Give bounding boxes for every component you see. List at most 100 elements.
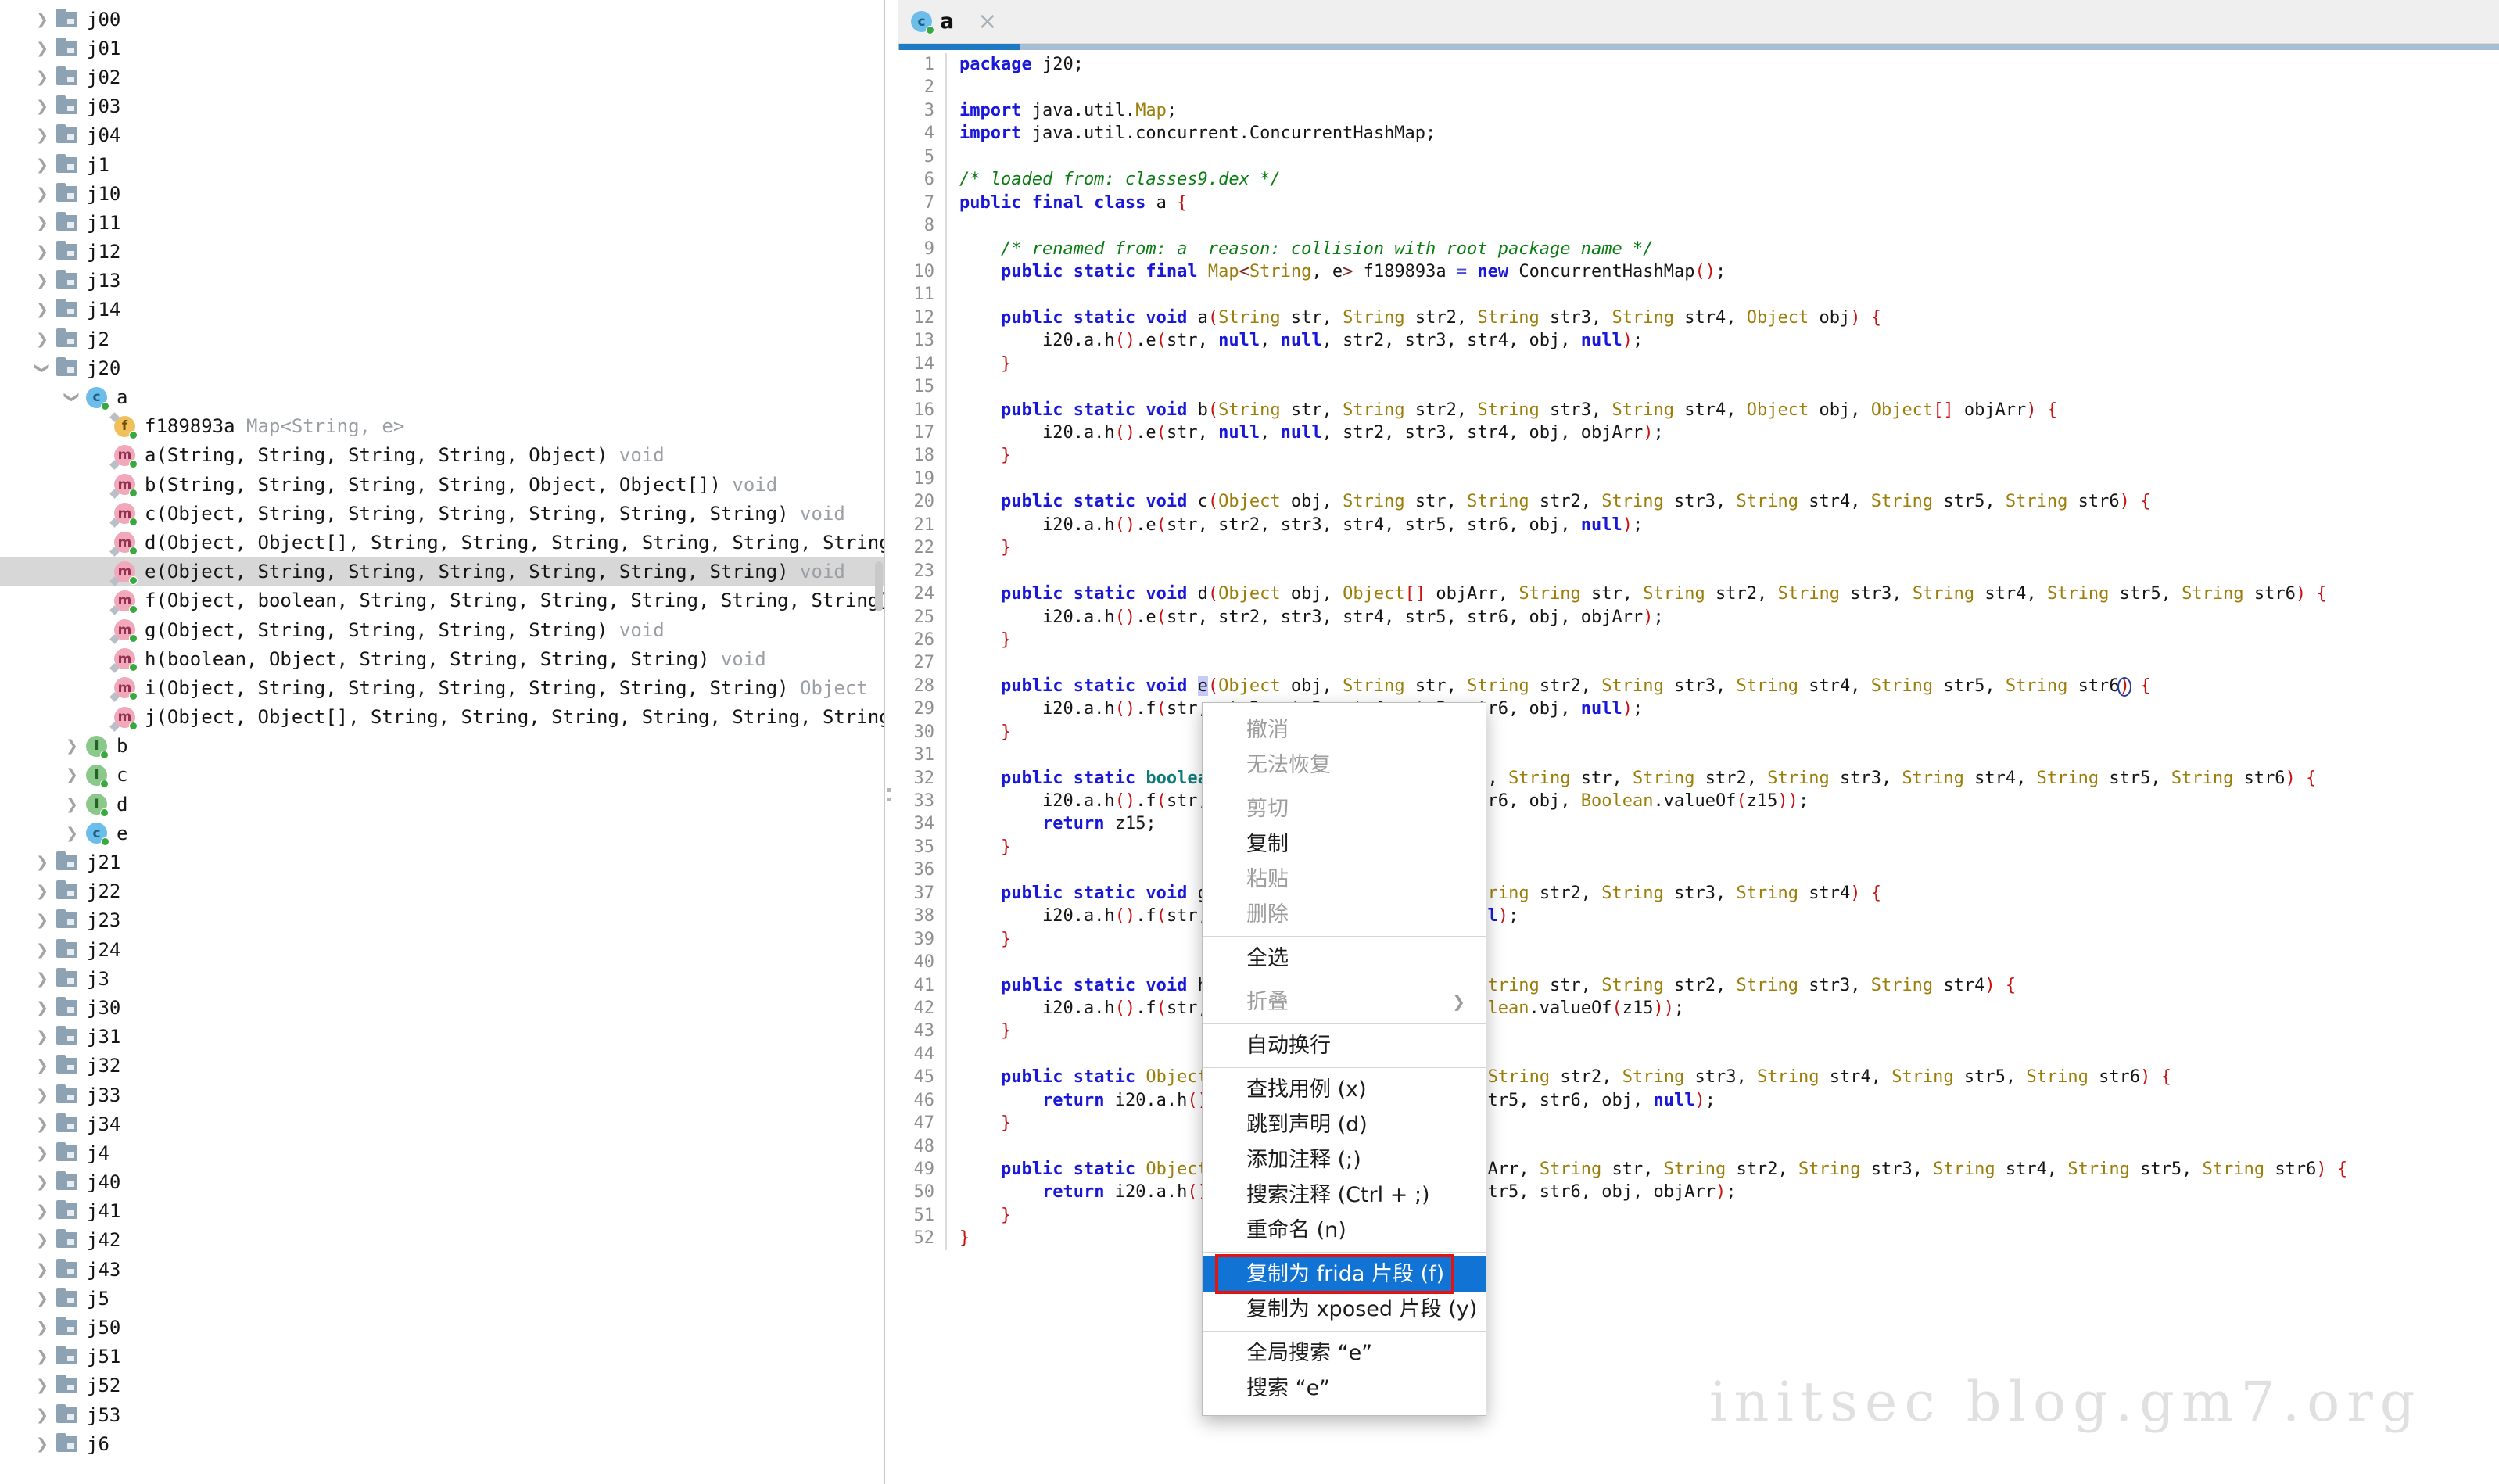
- menu-item-查找用例-x[interactable]: 查找用例 (x): [1203, 1072, 1486, 1107]
- tree-item-j04[interactable]: ❯j04: [0, 121, 884, 150]
- tree-item-j52[interactable]: ❯j52: [0, 1371, 884, 1400]
- code-line-content[interactable]: /* renamed from: a reason: collision wit…: [947, 238, 1653, 260]
- tree-item-b[interactable]: ❯Ib: [0, 732, 884, 761]
- chevron-right-icon[interactable]: ❯: [28, 11, 56, 28]
- tree-item-j50[interactable]: ❯j50: [0, 1313, 884, 1342]
- tree-item-j13[interactable]: ❯j13: [0, 267, 884, 296]
- tree-item-j51[interactable]: ❯j51: [0, 1342, 884, 1371]
- package-tree-panel[interactable]: ❯j00❯j01❯j02❯j03❯j04❯j1❯j10❯j11❯j12❯j13❯…: [0, 0, 885, 1484]
- code-line-content[interactable]: [947, 651, 959, 674]
- tree-item-j3[interactable]: ❯j3: [0, 964, 884, 993]
- chevron-right-icon[interactable]: ❯: [28, 1057, 56, 1074]
- tree-item-a-string-string-string-string-object[interactable]: ma(String, String, String, String, Objec…: [0, 441, 884, 470]
- tree-item-j01[interactable]: ❯j01: [0, 34, 884, 63]
- chevron-right-icon[interactable]: ❯: [28, 1203, 56, 1220]
- tree-item-j10[interactable]: ❯j10: [0, 179, 884, 208]
- code-line-content[interactable]: [947, 145, 959, 168]
- code-line-content[interactable]: return z15;: [947, 812, 1156, 835]
- chevron-right-icon[interactable]: ❯: [28, 40, 56, 57]
- tree-item-c[interactable]: ❯Ic: [0, 761, 884, 790]
- code-line-content[interactable]: import java.util.Map;: [947, 99, 1177, 122]
- code-line-content[interactable]: [947, 1043, 959, 1066]
- tree-item-e-object-string-string-string-string-string-string[interactable]: me(Object, String, String, String, Strin…: [0, 557, 884, 586]
- menu-item-添加注释[interactable]: 添加注释 (;): [1203, 1142, 1486, 1178]
- code-line-content[interactable]: }: [947, 1204, 1011, 1227]
- chevron-right-icon[interactable]: ❯: [28, 301, 56, 318]
- code-line-content[interactable]: }: [947, 353, 1011, 375]
- tree-item-j5[interactable]: ❯j5: [0, 1284, 884, 1313]
- tree-item-e[interactable]: ❯ce: [0, 819, 884, 848]
- code-line-content[interactable]: public static void a(String str, String …: [947, 306, 1881, 329]
- code-line-content[interactable]: [947, 375, 959, 398]
- chevron-right-icon[interactable]: ❯: [28, 1377, 56, 1394]
- tree-item-j43[interactable]: ❯j43: [0, 1255, 884, 1284]
- tree-item-j4[interactable]: ❯j4: [0, 1138, 884, 1167]
- code-line-content[interactable]: }: [947, 536, 1011, 559]
- menu-item-折叠[interactable]: 折叠❯: [1203, 984, 1486, 1020]
- tree-item-f-object-boolean-string-string-string-string-string-string[interactable]: mf(Object, boolean, String, String, Stri…: [0, 586, 884, 615]
- chevron-right-icon[interactable]: ❯: [28, 272, 56, 289]
- code-line-content[interactable]: i20.a.h().e(str, str2, str3, str4, str5,…: [947, 514, 1643, 536]
- code-line-content[interactable]: [947, 76, 959, 99]
- menu-item-全局搜索-e[interactable]: 全局搜索 “e”: [1203, 1335, 1486, 1371]
- code-line-content[interactable]: import java.util.concurrent.ConcurrentHa…: [947, 122, 1436, 145]
- menu-item-自动换行[interactable]: 自动换行: [1203, 1028, 1486, 1063]
- tree-item-j-object-object-string-string-string-string-string-string[interactable]: mj(Object, Object[], String, String, Str…: [0, 703, 884, 732]
- code-line-content[interactable]: [947, 214, 959, 237]
- code-line-content[interactable]: }: [947, 928, 1011, 951]
- panel-splitter[interactable]: [886, 0, 898, 1484]
- code-line-content[interactable]: i20.a.h().e(str, str2, str3, str4, str5,…: [947, 606, 1664, 629]
- chevron-down-icon[interactable]: ❯: [63, 383, 81, 411]
- code-line-content[interactable]: public static void c(Object obj, String …: [947, 490, 2150, 513]
- tree-item-j20[interactable]: ❯j20: [0, 353, 884, 382]
- tree-item-d-object-object-string-string-string-string-string-string[interactable]: md(Object, Object[], String, String, Str…: [0, 528, 884, 557]
- tree-item-j2[interactable]: ❯j2: [0, 324, 884, 353]
- code-line-content[interactable]: }: [947, 1020, 1011, 1042]
- tree-item-j40[interactable]: ❯j40: [0, 1168, 884, 1197]
- code-line-content[interactable]: public static void b(String str, String …: [947, 399, 2057, 421]
- code-line-content[interactable]: public static Object i(Object obj, Strin…: [947, 1066, 2171, 1088]
- code-editor-pane[interactable]: c a × 1package j20;23import java.util.Ma…: [898, 0, 2499, 1484]
- chevron-right-icon[interactable]: ❯: [28, 999, 56, 1016]
- chevron-right-icon[interactable]: ❯: [28, 1407, 56, 1424]
- tree-item-j23[interactable]: ❯j23: [0, 906, 884, 935]
- menu-item-复制为-xposed-片段-y[interactable]: 复制为 xposed 片段 (y): [1203, 1292, 1486, 1327]
- chevron-right-icon[interactable]: ❯: [28, 1028, 56, 1045]
- chevron-right-icon[interactable]: ❯: [28, 970, 56, 988]
- chevron-right-icon[interactable]: ❯: [58, 825, 86, 842]
- code-area[interactable]: 1package j20;23import java.util.Map;4imp…: [898, 50, 2499, 1250]
- code-line-content[interactable]: }: [947, 629, 1011, 651]
- code-line-content[interactable]: /* loaded from: classes9.dex */: [947, 168, 1281, 191]
- code-line-content[interactable]: i20.a.h().e(str, null, null, str2, str3,…: [947, 329, 1643, 352]
- tree-item-j03[interactable]: ❯j03: [0, 92, 884, 121]
- menu-item-撤消[interactable]: 撤消: [1203, 712, 1486, 747]
- chevron-right-icon[interactable]: ❯: [28, 1116, 56, 1133]
- chevron-right-icon[interactable]: ❯: [28, 1231, 56, 1249]
- tree-item-b-string-string-string-string-object-object[interactable]: mb(String, String, String, String, Objec…: [0, 470, 884, 499]
- code-line-content[interactable]: public static void d(Object obj, Object[…: [947, 582, 2327, 605]
- code-line-content[interactable]: i20.a.h().e(str, null, null, str2, str3,…: [947, 421, 1664, 444]
- code-line-content[interactable]: public static final Map<String, e> f1898…: [947, 260, 1726, 283]
- tree-item-i-object-string-string-string-string-string-string[interactable]: mi(Object, String, String, String, Strin…: [0, 673, 884, 702]
- tree-item-j00[interactable]: ❯j00: [0, 5, 884, 34]
- chevron-right-icon[interactable]: ❯: [28, 1174, 56, 1191]
- close-icon[interactable]: ×: [977, 11, 997, 33]
- menu-item-全选[interactable]: 全选: [1203, 941, 1486, 976]
- code-line-content[interactable]: package j20;: [947, 53, 1084, 76]
- code-line-content[interactable]: }: [947, 721, 1011, 744]
- tree-item-j42[interactable]: ❯j42: [0, 1226, 884, 1255]
- tree-item-d[interactable]: ❯Id: [0, 790, 884, 819]
- menu-item-搜索注释-Ctrl[interactable]: 搜索注释 (Ctrl + ;): [1203, 1178, 1486, 1213]
- code-line-content[interactable]: public static Object j(Object obj, Objec…: [947, 1158, 2347, 1181]
- chevron-right-icon[interactable]: ❯: [28, 243, 56, 260]
- tree-item-g-object-string-string-string-string[interactable]: mg(Object, String, String, String, Strin…: [0, 615, 884, 644]
- tree-item-j31[interactable]: ❯j31: [0, 1023, 884, 1052]
- tree-item-j41[interactable]: ❯j41: [0, 1197, 884, 1226]
- chevron-right-icon[interactable]: ❯: [28, 127, 56, 144]
- tab-class-a[interactable]: c a ×: [911, 9, 997, 34]
- tree-item-j30[interactable]: ❯j30: [0, 993, 884, 1022]
- code-line-content[interactable]: [947, 283, 959, 306]
- tree-item-j6[interactable]: ❯j6: [0, 1429, 884, 1458]
- chevron-right-icon[interactable]: ❯: [28, 883, 56, 900]
- menu-item-无法恢复[interactable]: 无法恢复: [1203, 747, 1486, 783]
